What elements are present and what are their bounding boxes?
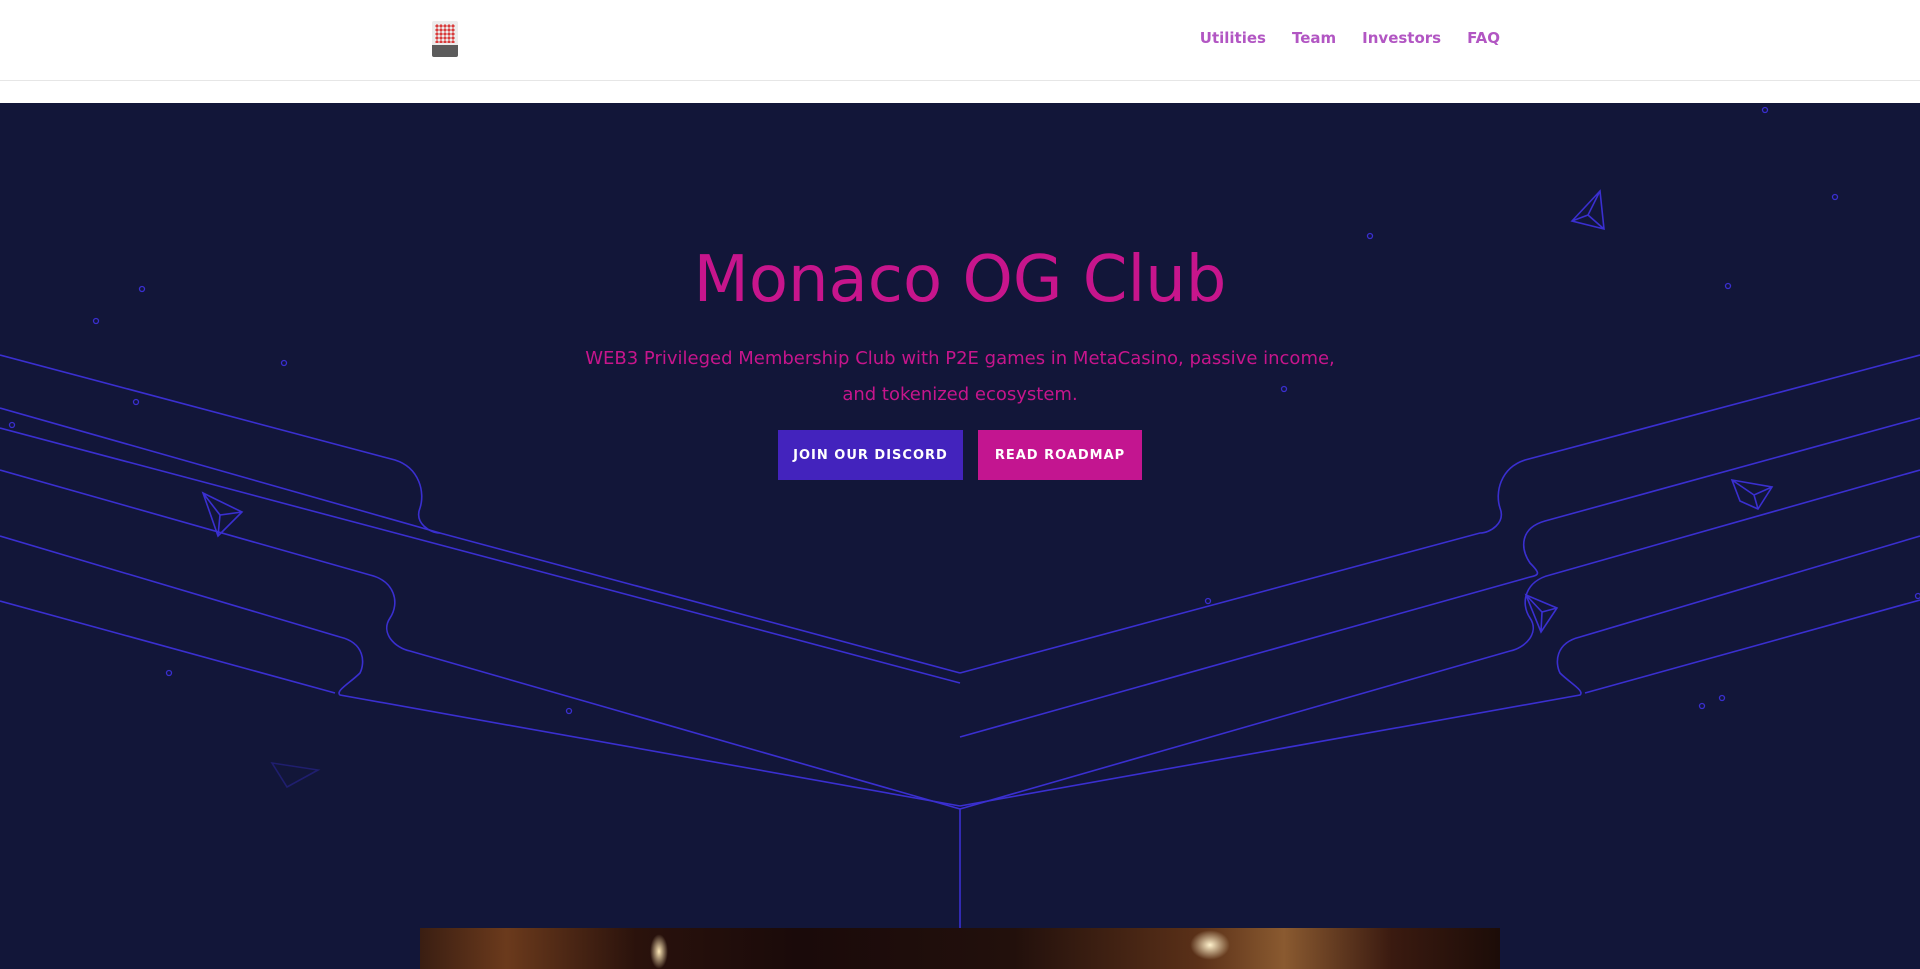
nav-link-utilities[interactable]: Utilities xyxy=(1200,29,1266,47)
hero-title: Monaco OG Club xyxy=(693,243,1227,317)
hero-subtitle: WEB3 Privileged Membership Club with P2E… xyxy=(585,348,1335,405)
main-nav: Utilities Team Investors FAQ xyxy=(1200,29,1500,47)
logo-icon[interactable] xyxy=(432,21,458,57)
nav-link-team[interactable]: Team xyxy=(1292,29,1336,47)
hero-section: Monaco OG Club WEB3 Privileged Membershi… xyxy=(0,103,1920,969)
logo-base xyxy=(432,45,458,57)
logo-dots xyxy=(435,24,455,43)
nav-link-investors[interactable]: Investors xyxy=(1362,29,1441,47)
nav-link-faq[interactable]: FAQ xyxy=(1467,29,1500,47)
site-header: Utilities Team Investors FAQ xyxy=(0,0,1920,81)
casino-photo xyxy=(420,928,1500,969)
photo-light xyxy=(650,934,668,969)
photo-light xyxy=(1190,930,1230,960)
hero-background-lines xyxy=(0,106,1920,929)
read-roadmap-button[interactable]: READ ROADMAP xyxy=(978,430,1142,480)
join-discord-button[interactable]: JOIN OUR DISCORD xyxy=(778,430,963,480)
